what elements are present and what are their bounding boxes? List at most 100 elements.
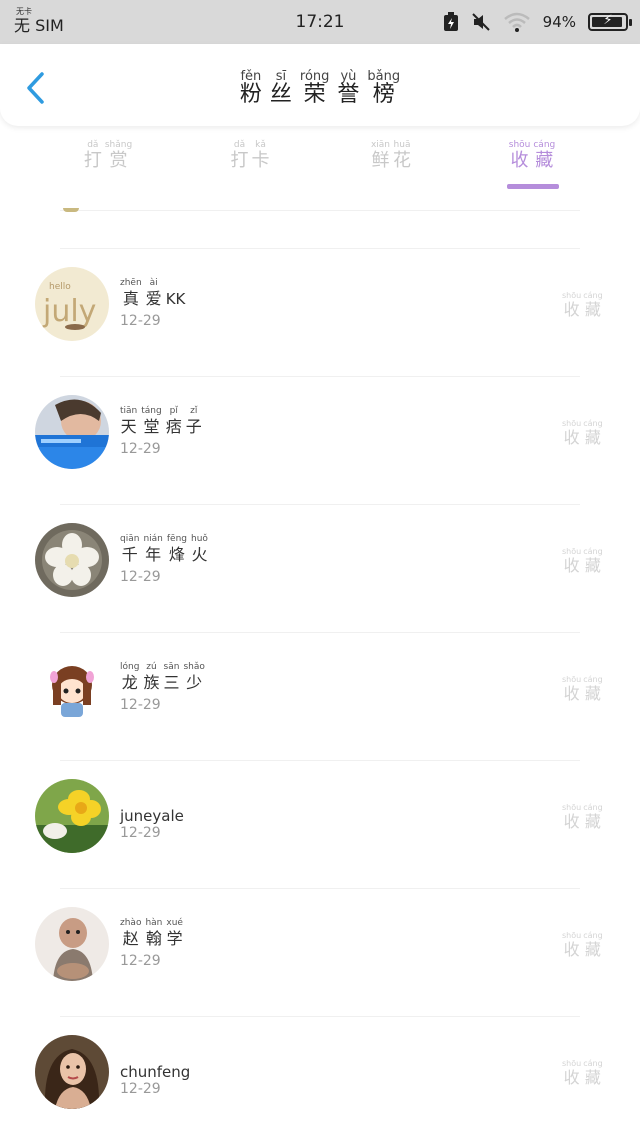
hanzi-label: 藏 bbox=[584, 556, 601, 575]
hanzi-label: 爱 bbox=[145, 289, 162, 308]
ruby-char: tiān 天 bbox=[120, 406, 137, 437]
hanzi-label: 打 bbox=[230, 150, 249, 171]
pinyin-label: shǎo bbox=[183, 662, 205, 672]
avatar[interactable] bbox=[35, 1035, 109, 1109]
list-item[interactable]: hello july zhēn 真 ài 爱 KK 12-29 shōu 收 cáng 藏 bbox=[0, 250, 640, 378]
list-item[interactable]: lóng 龙 zú 族 sān 三 shǎo 少 12-29 shōu 收 cáng 藏 bbox=[0, 634, 640, 762]
avatar[interactable] bbox=[35, 779, 109, 853]
ruby-char: shōu 收 bbox=[562, 931, 581, 959]
item-date: 12-29 bbox=[120, 697, 161, 713]
ruby-char: shōu 收 bbox=[562, 1059, 581, 1087]
list-item[interactable]: chunfeng 12-29 shōu 收 cáng 藏 bbox=[0, 1018, 640, 1138]
tab-flowers[interactable]: xiān 鲜 huā 花 bbox=[351, 140, 431, 171]
hanzi-label: 藏 bbox=[584, 1068, 601, 1087]
hanzi-label: 翰 bbox=[145, 929, 162, 948]
ruby-char: zhào 赵 bbox=[120, 918, 141, 949]
ruby-char: shǎng 赏 bbox=[105, 140, 132, 171]
hanzi-label: 千 bbox=[121, 545, 138, 564]
tab-collect[interactable]: shōu 收 cáng 藏 bbox=[492, 140, 572, 171]
hanzi-label: 花 bbox=[393, 150, 412, 171]
collect-button[interactable]: shōu 收 cáng 藏 bbox=[562, 547, 603, 575]
pinyin-label: zú bbox=[146, 662, 157, 672]
divider bbox=[60, 760, 580, 761]
list-item[interactable]: qiān 千 nián 年 fēng 烽 huǒ 火 12-29 shōu 收 cáng 藏 bbox=[0, 506, 640, 634]
ruby-char: ài 爱 bbox=[146, 278, 162, 309]
item-date: 12-29 bbox=[120, 569, 161, 585]
hanzi-label: 丝 bbox=[269, 82, 292, 107]
user-name: qiān 千 nián 年 fēng 烽 huǒ 火 bbox=[120, 534, 208, 565]
ruby-char: xué 学 bbox=[166, 918, 183, 949]
user-name: juneyale bbox=[120, 806, 184, 826]
list-item[interactable]: juneyale 12-29 shōu 收 cáng 藏 bbox=[0, 762, 640, 890]
ruby-char: huǒ 火 bbox=[191, 534, 208, 565]
ruby-char: shōu 收 bbox=[562, 419, 581, 447]
ruby-char: cáng 藏 bbox=[583, 675, 602, 703]
bolt-icon: ⚡ bbox=[603, 13, 613, 28]
ruby-char: cáng 藏 bbox=[583, 931, 602, 959]
divider bbox=[60, 1016, 580, 1017]
pinyin-label: sān bbox=[163, 662, 180, 672]
avatar[interactable]: hello july bbox=[35, 267, 109, 341]
svg-text:hello: hello bbox=[49, 282, 71, 292]
avatar[interactable] bbox=[35, 651, 109, 725]
hanzi-label: 赏 bbox=[109, 150, 128, 171]
ruby-char: sī 丝 bbox=[270, 70, 292, 107]
hanzi-label: 天 bbox=[120, 417, 137, 436]
ruby-char: zǐ 子 bbox=[186, 406, 202, 437]
tab-reward[interactable]: dǎ 打 shǎng 赏 bbox=[68, 140, 148, 171]
pinyin-label: ài bbox=[149, 278, 158, 288]
hanzi-label: 鲜 bbox=[371, 150, 390, 171]
pinyin-label: táng bbox=[141, 406, 162, 416]
ruby-char: hàn 翰 bbox=[145, 918, 162, 949]
collect-button[interactable]: shōu 收 cáng 藏 bbox=[562, 291, 603, 319]
collect-button[interactable]: shōu 收 cáng 藏 bbox=[562, 675, 603, 703]
hanzi-label: 少 bbox=[186, 673, 203, 692]
hanzi-label: 真 bbox=[122, 289, 139, 308]
battery-icon: ⚡ bbox=[588, 13, 632, 31]
hanzi-label: 收 bbox=[563, 428, 580, 447]
divider bbox=[60, 504, 580, 505]
collect-button[interactable]: shōu 收 cáng 藏 bbox=[562, 803, 603, 831]
collect-button[interactable]: shōu 收 cáng 藏 bbox=[562, 931, 603, 959]
hanzi-label: 子 bbox=[185, 417, 202, 436]
item-date: 12-29 bbox=[120, 953, 161, 969]
ruby-char: pǐ 痞 bbox=[166, 406, 182, 437]
collect-button[interactable]: shōu 收 cáng 藏 bbox=[562, 419, 603, 447]
hanzi-label: 收 bbox=[563, 684, 580, 703]
list-item[interactable]: zhào 赵 hàn 翰 xué 学 12-29 shōu 收 cáng 藏 bbox=[0, 890, 640, 1018]
ruby-char: zhēn 真 bbox=[120, 278, 142, 309]
page-title: fěn 粉 sī 丝 róng 荣 yù 誉 bǎng 榜 bbox=[0, 70, 640, 107]
ruby-char: qiān 千 bbox=[120, 534, 139, 565]
item-date: 12-29 bbox=[120, 1081, 161, 1097]
user-name: zhào 赵 hàn 翰 xué 学 bbox=[120, 918, 183, 949]
hanzi-label: 打 bbox=[83, 150, 102, 171]
svg-text:july: july bbox=[42, 294, 96, 329]
ruby-char: cáng 藏 bbox=[583, 803, 602, 831]
avatar[interactable] bbox=[35, 907, 109, 981]
list-item[interactable]: tiān 天 táng 堂 pǐ 痞 zǐ 子 12-29 shōu 收 cáng 藏 bbox=[0, 378, 640, 506]
ruby-char: bǎng 榜 bbox=[367, 70, 400, 107]
ruby-char: fēng 烽 bbox=[167, 534, 187, 565]
ruby-char: kǎ 卡 bbox=[252, 140, 270, 171]
ruby-char: shōu 收 bbox=[562, 675, 581, 703]
hanzi-label: 收 bbox=[510, 150, 529, 171]
status-bar: 无卡 无 SIM 17:21 94% ⚡ bbox=[0, 0, 640, 44]
ruby-char: cáng 藏 bbox=[583, 1059, 602, 1087]
hanzi-label: 赵 bbox=[122, 929, 139, 948]
ruby-char: fěn 粉 bbox=[240, 70, 262, 107]
collect-button[interactable]: shōu 收 cáng 藏 bbox=[562, 1059, 603, 1087]
user-name-text: KK bbox=[165, 290, 186, 308]
user-name-text: chunfeng bbox=[120, 1063, 191, 1081]
pinyin-label: nián bbox=[143, 534, 163, 544]
hanzi-label: 粉 bbox=[239, 82, 262, 107]
avatar-partial bbox=[63, 208, 79, 212]
pinyin-label: huǒ bbox=[191, 534, 208, 544]
hanzi-label: 龙 bbox=[121, 673, 138, 692]
mute-icon bbox=[471, 13, 490, 31]
ruby-char: huā 花 bbox=[393, 140, 411, 171]
avatar[interactable] bbox=[35, 523, 109, 597]
ruby-char: róng 荣 bbox=[300, 70, 330, 107]
user-name: tiān 天 táng 堂 pǐ 痞 zǐ 子 bbox=[120, 406, 202, 437]
tab-checkin[interactable]: dǎ 打 kǎ 卡 bbox=[210, 140, 290, 171]
avatar[interactable] bbox=[35, 395, 109, 469]
